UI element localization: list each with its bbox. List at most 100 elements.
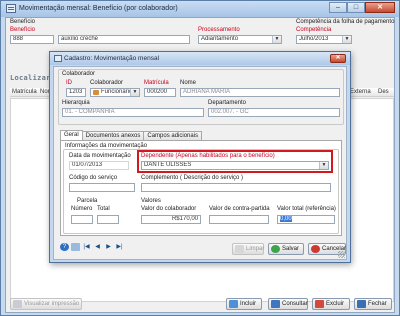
complemento-field[interactable] bbox=[141, 183, 331, 192]
valor-total-field[interactable]: 0,00 bbox=[277, 215, 335, 224]
valor-colaborador-label: Valor do colaborador bbox=[141, 206, 197, 212]
dialog-tabs: Geral Documentos anexos Campos adicionai… bbox=[60, 130, 203, 140]
processamento-value: Adiantamento bbox=[201, 36, 239, 42]
consultar-button[interactable]: Consultar bbox=[268, 298, 308, 310]
visualizar-impressao-button[interactable]: Visualizar impressão bbox=[10, 298, 82, 310]
colaborador-type-select[interactable]: Funcionário ▼ bbox=[90, 88, 140, 97]
printer-icon bbox=[13, 300, 22, 308]
dialog-titlebar[interactable]: Cadastro: Movimentação mensal ✕ bbox=[50, 52, 350, 65]
maximize-button[interactable]: □ bbox=[347, 2, 365, 13]
incluir-label: Incluir bbox=[240, 301, 257, 307]
nome-field: ADRIANA MARIA bbox=[180, 88, 340, 97]
window-controls: – □ ✕ bbox=[329, 2, 395, 13]
parcela-label: Parcela bbox=[77, 198, 98, 204]
hierarquia-field: 01. - COMPANHIA bbox=[62, 108, 204, 117]
dependente-label: Dependente (Apenas habilitados para o be… bbox=[141, 153, 275, 159]
beneficio-code-field[interactable]: 888 bbox=[10, 35, 54, 44]
tab-panel-geral: Informações da movimentação Data da movi… bbox=[60, 140, 342, 236]
colaborador-group-label: Colaborador bbox=[62, 71, 96, 77]
add-icon bbox=[229, 300, 238, 308]
salvar-label: Salvar bbox=[282, 246, 300, 252]
close-button[interactable]: ✕ bbox=[365, 2, 395, 13]
delete-icon bbox=[315, 300, 324, 308]
total-label: Total bbox=[97, 206, 110, 212]
excluir-button[interactable]: Excluir bbox=[312, 298, 350, 310]
departamento-field: 002.007. - GC bbox=[208, 108, 340, 117]
dialog-close-button[interactable]: ✕ bbox=[330, 54, 346, 63]
last-record-icon[interactable]: ▶| bbox=[115, 243, 124, 251]
valor-contra-partida-field[interactable] bbox=[209, 215, 269, 224]
fechar-label: Fechar bbox=[368, 301, 387, 307]
salvar-button[interactable]: Salvar bbox=[268, 243, 304, 255]
chevron-down-icon[interactable]: ▼ bbox=[342, 36, 351, 43]
dialog-navbar: ? |◀ ◀ ▶ ▶| bbox=[60, 241, 126, 253]
dialog-title: Cadastro: Movimentação mensal bbox=[64, 55, 160, 62]
next-record-icon[interactable]: ▶ bbox=[104, 243, 113, 251]
dependente-select[interactable]: DANTE ULISSES ▼ bbox=[141, 161, 329, 170]
valor-total-label: Valor total (referência) bbox=[277, 206, 336, 212]
chevron-down-icon[interactable]: ▼ bbox=[272, 36, 281, 43]
incluir-button[interactable]: Incluir bbox=[226, 298, 262, 310]
excluir-label: Excluir bbox=[326, 301, 345, 307]
complemento-label: Complemento ( Descrição do serviço ) bbox=[141, 175, 244, 181]
numero-label: Número bbox=[71, 206, 93, 212]
cadastro-dialog: Cadastro: Movimentação mensal ✕ Colabora… bbox=[49, 51, 351, 263]
window-titlebar[interactable]: Movimentação mensal: Benefício (por cola… bbox=[1, 1, 399, 17]
attachment-icon[interactable] bbox=[71, 243, 80, 251]
valor-contra-partida-label: Valor de contra-partida bbox=[209, 206, 270, 212]
colaborador-field-label: Colaborador bbox=[90, 80, 124, 86]
tab-geral[interactable]: Geral bbox=[60, 130, 83, 140]
chevron-down-icon[interactable]: ▼ bbox=[319, 162, 328, 169]
window-title: Movimentação mensal: Benefício (por cola… bbox=[19, 5, 178, 12]
competencia-folha-label: Competência da folha de pagamento bbox=[296, 19, 395, 25]
app-icon bbox=[6, 4, 16, 13]
valor-colaborador-field[interactable]: R$170,00 bbox=[141, 215, 201, 224]
matricula-label: Matrícula bbox=[144, 80, 169, 86]
dialog-icon bbox=[54, 55, 62, 62]
processamento-select[interactable]: Adiantamento ▼ bbox=[198, 35, 282, 44]
hierarquia-label: Hierarquia bbox=[62, 100, 90, 106]
matricula-field[interactable]: 000200 bbox=[144, 88, 176, 97]
chevron-down-icon[interactable]: ▼ bbox=[130, 89, 139, 96]
departamento-label: Departamento bbox=[208, 100, 247, 106]
localizar-label: Localizar bbox=[10, 74, 51, 82]
codigo-servico-field[interactable] bbox=[69, 183, 135, 192]
consultar-label: Consultar bbox=[282, 301, 308, 307]
parcela-numero-field[interactable] bbox=[71, 215, 93, 224]
beneficio-name-field[interactable]: auxílio creche bbox=[58, 35, 190, 44]
first-record-icon[interactable]: |◀ bbox=[82, 243, 91, 251]
column-matricula[interactable]: Matrícula bbox=[12, 89, 37, 95]
competencia-select[interactable]: Julho/2013 ▼ bbox=[296, 35, 352, 44]
tab-documentos-anexos[interactable]: Documentos anexos bbox=[81, 131, 145, 140]
id-label: ID bbox=[66, 80, 72, 86]
codigo-servico-label: Código do serviço bbox=[69, 175, 118, 181]
competencia-label: Competência bbox=[296, 27, 332, 33]
data-movimentacao-field[interactable]: 01/07/2013 bbox=[69, 161, 129, 170]
nome-label: Nome bbox=[180, 80, 197, 86]
resize-grip[interactable] bbox=[338, 251, 345, 258]
processamento-label: Processamento bbox=[198, 27, 240, 33]
dialog-body: Colaborador ID 1203 Colaborador Funcioná… bbox=[53, 66, 347, 260]
search-icon bbox=[271, 300, 280, 308]
column-externa[interactable]: Externa bbox=[350, 89, 371, 95]
help-icon[interactable]: ? bbox=[60, 243, 69, 251]
beneficio-name-text: auxílio creche bbox=[61, 36, 99, 42]
main-window: Movimentação mensal: Benefício (por cola… bbox=[0, 0, 400, 316]
door-icon bbox=[357, 300, 366, 308]
column-des[interactable]: Des bbox=[378, 89, 389, 95]
prev-record-icon[interactable]: ◀ bbox=[93, 243, 102, 251]
limpar-button[interactable]: Limpar bbox=[232, 243, 264, 255]
visualizar-impressao-label: Visualizar impressão bbox=[24, 301, 80, 307]
tab-campos-adicionais[interactable]: Campos adicionais bbox=[143, 131, 203, 140]
data-movimentacao-label: Data da movimentação bbox=[69, 153, 131, 159]
id-field[interactable]: 1203 bbox=[66, 88, 86, 97]
check-icon bbox=[271, 245, 280, 253]
limpar-label: Limpar bbox=[246, 246, 265, 252]
beneficio-label: Benefício bbox=[10, 27, 36, 33]
parcela-total-field[interactable] bbox=[97, 215, 119, 224]
minimize-button[interactable]: – bbox=[329, 2, 347, 13]
person-icon bbox=[93, 90, 99, 95]
valor-total-value: 0,00 bbox=[280, 216, 292, 222]
valores-label: Valores bbox=[141, 198, 161, 204]
fechar-button[interactable]: Fechar bbox=[354, 298, 392, 310]
